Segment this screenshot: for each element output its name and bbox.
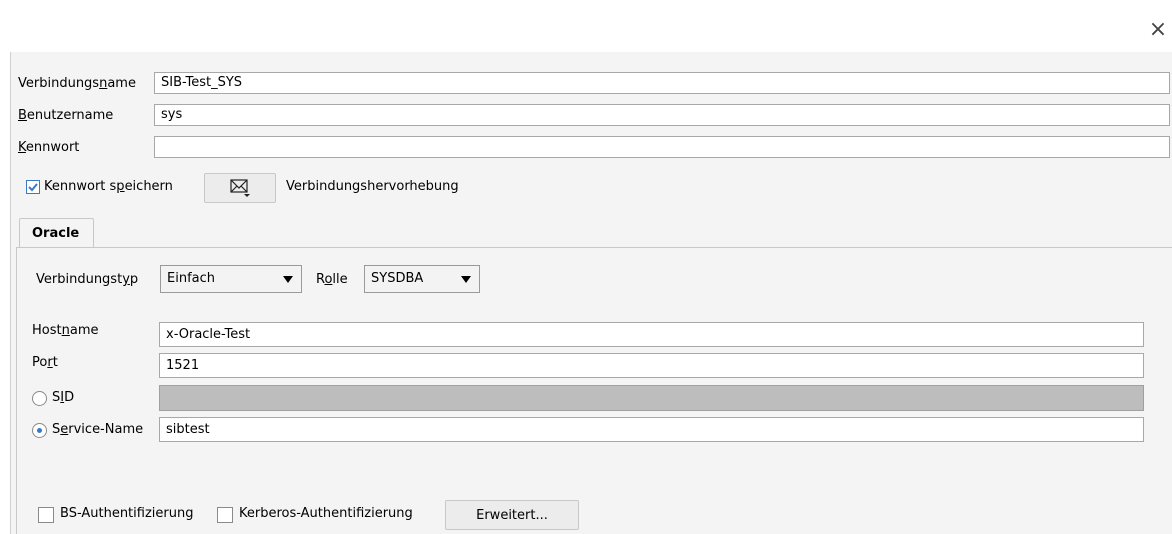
connection-highlight-button[interactable] bbox=[204, 173, 276, 203]
checkmark-icon bbox=[28, 183, 38, 192]
close-icon[interactable]: × bbox=[1148, 19, 1168, 41]
role-select[interactable]: SYSDBA bbox=[364, 265, 480, 293]
service-name-radio[interactable] bbox=[32, 423, 47, 438]
tab-oracle[interactable]: Oracle bbox=[19, 218, 94, 248]
connection-highlight-label: Verbindungshervorhebung bbox=[286, 179, 459, 194]
os-auth-checkbox[interactable] bbox=[38, 507, 54, 523]
service-name-input[interactable]: sibtest bbox=[159, 417, 1144, 442]
kerberos-auth-label[interactable]: Kerberos-Authentifizierung bbox=[239, 506, 413, 522]
envelope-icon bbox=[230, 179, 250, 197]
advanced-button-label: Erweitert... bbox=[476, 508, 548, 523]
username-label: Benutzername bbox=[18, 108, 114, 123]
chevron-down-icon bbox=[461, 276, 471, 283]
sid-input bbox=[159, 385, 1144, 411]
service-name-label[interactable]: Service-Name bbox=[52, 422, 143, 438]
connection-type-label: Verbindungstyp bbox=[36, 272, 139, 287]
kerberos-auth-checkbox[interactable] bbox=[217, 507, 233, 523]
connection-type-select[interactable]: Einfach bbox=[160, 265, 302, 293]
tab-oracle-label: Oracle bbox=[32, 226, 80, 241]
save-password-checkbox[interactable] bbox=[26, 180, 40, 194]
chevron-down-icon bbox=[283, 276, 293, 283]
sid-label[interactable]: SID bbox=[52, 390, 74, 406]
username-input[interactable]: sys bbox=[154, 104, 1170, 126]
role-label: Rolle bbox=[316, 272, 348, 287]
advanced-button[interactable]: Erweitert... bbox=[445, 500, 579, 530]
port-label: Port bbox=[32, 355, 58, 370]
password-label: Kennwort bbox=[18, 140, 80, 155]
os-auth-label[interactable]: BS-Authentifizierung bbox=[60, 506, 193, 522]
save-password-label[interactable]: Kennwort speichern bbox=[44, 179, 173, 195]
connection-name-input[interactable]: SIB-Test_SYS bbox=[154, 72, 1170, 94]
hostname-label: Hostname bbox=[32, 323, 99, 338]
hostname-input[interactable]: x-Oracle-Test bbox=[159, 322, 1144, 347]
password-input[interactable] bbox=[154, 136, 1170, 158]
sid-radio[interactable] bbox=[32, 391, 47, 406]
connection-name-label: Verbindungsname bbox=[18, 76, 136, 91]
port-input[interactable]: 1521 bbox=[159, 353, 1144, 378]
